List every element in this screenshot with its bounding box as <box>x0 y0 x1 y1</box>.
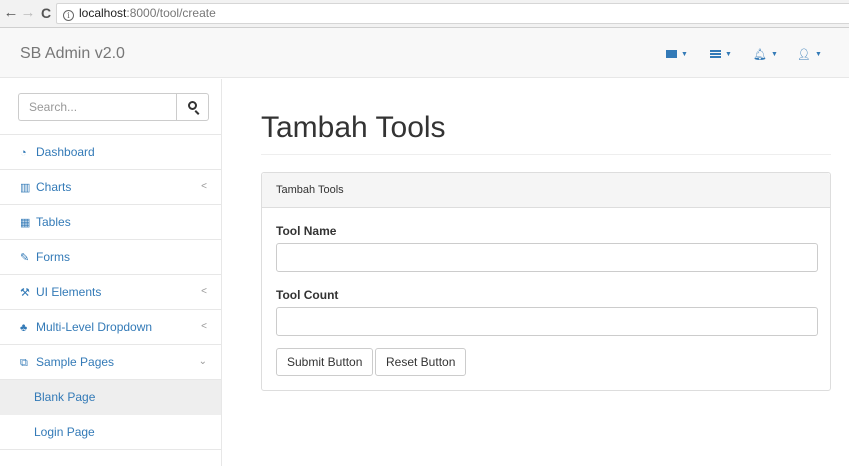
dashboard-icon: ◔ <box>20 147 27 159</box>
search-input[interactable] <box>18 93 176 121</box>
title-divider <box>261 154 831 155</box>
url-host: localhost <box>79 6 127 20</box>
sidebar-item-dashboard[interactable]: ◔ Dashboard <box>0 135 221 170</box>
sidebar-item-label: Dashboard <box>36 145 95 159</box>
browser-toolbar: ← → C i localhost:8000/tool/create <box>0 0 849 28</box>
submit-button[interactable]: Submit Button <box>276 348 374 376</box>
tasks-icon <box>710 50 721 58</box>
sidebar-subitem-label: Login Page <box>34 425 95 439</box>
form-panel: Tambah Tools Tool Name Tool Count Submit… <box>261 172 831 391</box>
user-dropdown[interactable]: 👤︎ ▼ <box>797 49 822 61</box>
messages-dropdown[interactable]: ▼ <box>666 49 688 61</box>
sidebar-item-label: Forms <box>36 250 70 264</box>
sidebar: ◔ Dashboard ▥ Charts < ▦ Tables ✎ Forms ⚒ UI … <box>0 79 222 466</box>
sidebar-subitem-label: Blank Page <box>34 390 96 404</box>
tool-count-label: Tool Count <box>276 288 339 302</box>
sidebar-item-ui-elements[interactable]: ⚒ UI Elements < <box>0 275 221 310</box>
page-title: Tambah Tools <box>261 111 446 144</box>
chevron-left-icon: < <box>201 181 207 192</box>
reload-icon[interactable]: C <box>38 5 54 21</box>
files-icon: ⧉ <box>20 357 28 369</box>
sidebar-item-tables[interactable]: ▦ Tables <box>0 205 221 240</box>
brand-title[interactable]: SB Admin v2.0 <box>20 45 125 63</box>
sidebar-search <box>0 79 221 135</box>
sitemap-icon: ♣ <box>20 322 28 334</box>
top-navbar: SB Admin v2.0 ▼ ▼ 🔔︎ ▼ 👤︎ ▼ <box>0 28 849 78</box>
sidebar-item-multi-level-dropdown[interactable]: ♣ Multi-Level Dropdown < <box>0 310 221 345</box>
caret-down-icon: ▼ <box>770 51 778 58</box>
sidebar-item-label: Multi-Level Dropdown <box>36 320 153 334</box>
caret-down-icon: ▼ <box>681 51 688 58</box>
sidebar-item-sample-pages[interactable]: ⧉ Sample Pages ⌄ <box>0 345 221 380</box>
back-arrow-icon[interactable]: ← <box>3 5 19 21</box>
sidebar-item-charts[interactable]: ▥ Charts < <box>0 170 221 205</box>
bell-icon: 🔔︎ <box>753 49 767 61</box>
panel-heading: Tambah Tools <box>262 173 830 208</box>
forward-arrow-icon[interactable]: → <box>20 5 36 21</box>
sidebar-item-label: Charts <box>36 180 72 194</box>
alerts-dropdown[interactable]: 🔔︎ ▼ <box>753 49 778 61</box>
user-icon: 👤︎ <box>797 49 811 61</box>
table-icon: ▦ <box>20 217 31 229</box>
sidebar-item-forms[interactable]: ✎ Forms <box>0 240 221 275</box>
caret-down-icon: ▼ <box>814 51 822 58</box>
url-path: :8000/tool/create <box>126 6 216 20</box>
reset-button[interactable]: Reset Button <box>375 348 467 376</box>
sidebar-subitem-blank-page[interactable]: Blank Page <box>0 380 221 415</box>
search-icon <box>188 101 197 110</box>
search-button[interactable] <box>176 93 209 121</box>
tool-name-label: Tool Name <box>276 224 337 238</box>
tasks-dropdown[interactable]: ▼ <box>710 49 732 61</box>
wrench-icon: ⚒ <box>20 287 30 299</box>
sidebar-subitem-login-page[interactable]: Login Page <box>0 415 221 450</box>
sidebar-item-label: Tables <box>36 215 71 229</box>
chevron-left-icon: < <box>201 286 207 297</box>
chevron-down-icon: ⌄ <box>198 356 207 367</box>
sidebar-item-label: UI Elements <box>36 285 102 299</box>
address-bar[interactable]: i localhost:8000/tool/create <box>56 3 849 24</box>
tool-name-input[interactable] <box>276 243 818 272</box>
bar-chart-icon: ▥ <box>20 182 31 194</box>
chevron-left-icon: < <box>201 321 207 332</box>
sidebar-item-label: Sample Pages <box>36 355 115 369</box>
info-icon[interactable]: i <box>63 10 74 21</box>
caret-down-icon: ▼ <box>725 51 732 58</box>
envelope-icon <box>666 50 677 58</box>
edit-icon: ✎ <box>20 252 30 264</box>
tool-count-input[interactable] <box>276 307 818 336</box>
